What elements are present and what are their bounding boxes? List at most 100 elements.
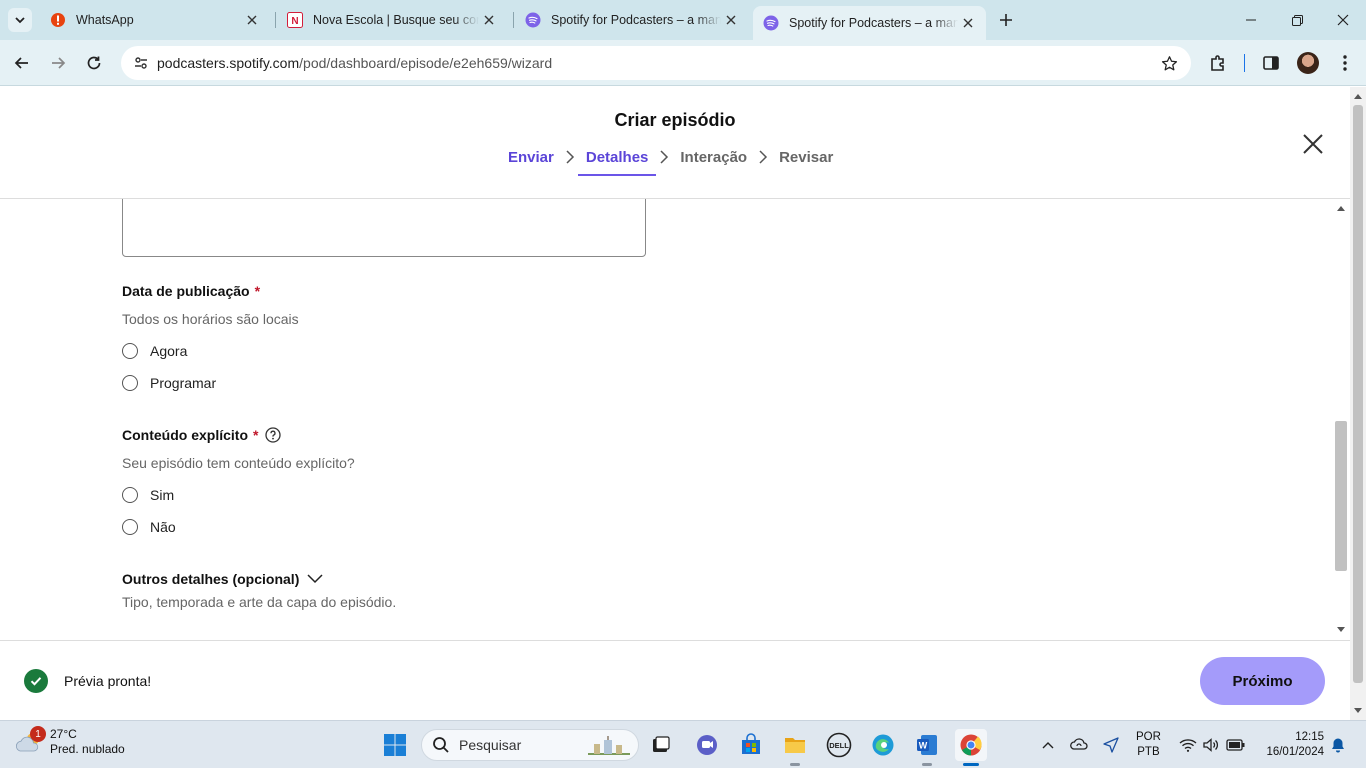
arrow-right-icon — [52, 57, 66, 69]
minimize-button[interactable] — [1228, 0, 1274, 40]
dell-logo-icon: DELL — [826, 732, 852, 758]
next-button[interactable]: Próximo — [1200, 657, 1325, 705]
file-explorer-button[interactable] — [779, 729, 811, 766]
address-bar[interactable]: podcasters.spotify.com/pod/dashboard/epi… — [121, 46, 1191, 80]
reload-button[interactable] — [80, 49, 108, 77]
task-view-button[interactable] — [645, 729, 677, 761]
running-indicator — [790, 763, 800, 766]
scrollbar-thumb[interactable] — [1353, 105, 1363, 683]
close-tab-icon[interactable] — [479, 10, 499, 30]
clock-time: 12:15 — [1295, 731, 1324, 743]
teams-chat-button[interactable] — [691, 729, 723, 761]
close-tab-icon[interactable] — [242, 10, 262, 30]
step-interacao[interactable]: Interação — [680, 149, 747, 176]
close-tab-icon[interactable] — [958, 13, 978, 33]
search-highlight-icon — [588, 736, 630, 755]
form-scrollbar[interactable] — [1334, 199, 1350, 639]
radio-button[interactable] — [122, 375, 138, 391]
sync-cloud-icon[interactable] — [1068, 734, 1090, 756]
radio-programar[interactable]: Programar — [122, 375, 216, 391]
notification-badge: 1 — [30, 726, 46, 742]
required-mark: * — [253, 427, 259, 443]
question-help-icon[interactable] — [265, 427, 282, 443]
forward-button[interactable] — [44, 49, 72, 77]
wifi-icon[interactable] — [1177, 734, 1199, 756]
wizard-header: Criar episódio Enviar Detalhes Interação… — [0, 87, 1350, 199]
publish-date-label-text: Data de publicação — [122, 283, 250, 299]
profile-avatar[interactable] — [1297, 52, 1319, 74]
close-window-button[interactable] — [1320, 0, 1366, 40]
restore-icon — [1291, 14, 1303, 26]
show-hidden-icons-button[interactable] — [1037, 734, 1059, 756]
explicit-content-label-text: Conteúdo explícito — [122, 427, 248, 443]
other-details-help: Tipo, temporada e arte da capa do episód… — [122, 594, 397, 610]
tab-spotify-podcasters-active[interactable]: Spotify for Podcasters – a mane — [753, 6, 986, 40]
step-enviar[interactable]: Enviar — [508, 149, 554, 176]
bookmark-star-icon[interactable] — [1159, 53, 1179, 73]
input-language[interactable]: POR PTB — [1136, 730, 1161, 760]
location-arrow-icon[interactable] — [1100, 734, 1122, 756]
dell-app-button[interactable]: DELL — [823, 729, 855, 761]
chevron-right-icon — [753, 147, 773, 177]
wizard-footer: Prévia pronta! Próximo — [0, 640, 1350, 720]
status-text: Prévia pronta! — [64, 673, 152, 689]
chevron-right-icon — [560, 147, 580, 177]
close-tab-icon[interactable] — [721, 10, 741, 30]
weather-widget[interactable]: 1 27°C Pred. nublado — [14, 726, 125, 757]
scroll-up-arrow-icon[interactable] — [1336, 203, 1346, 213]
word-button[interactable]: W — [911, 729, 943, 766]
publish-date-help: Todos os horários são locais — [122, 311, 299, 327]
chevron-up-icon — [1042, 742, 1054, 749]
edge-button[interactable] — [867, 729, 899, 761]
svg-text:N: N — [291, 16, 298, 27]
close-wizard-button[interactable] — [1300, 131, 1326, 157]
scroll-up-arrow-icon[interactable] — [1353, 91, 1363, 101]
scrollbar-thumb[interactable] — [1335, 421, 1347, 571]
restore-button[interactable] — [1274, 0, 1320, 40]
new-tab-button[interactable] — [996, 10, 1016, 30]
step-detalhes[interactable]: Detalhes — [577, 149, 656, 176]
scroll-down-arrow-icon[interactable] — [1336, 625, 1346, 635]
weather-desc: Pred. nublado — [50, 742, 125, 756]
battery-icon[interactable] — [1225, 734, 1247, 756]
arrow-left-icon — [14, 57, 28, 69]
step-revisar[interactable]: Revisar — [779, 149, 833, 176]
edge-icon — [872, 734, 894, 756]
keyboard-layout: PTB — [1137, 746, 1160, 758]
scroll-down-arrow-icon[interactable] — [1353, 706, 1363, 716]
tab-search-button[interactable] — [8, 8, 32, 32]
radio-agora[interactable]: Agora — [122, 343, 187, 359]
extensions-icon[interactable] — [1207, 52, 1229, 74]
microsoft-store-button[interactable] — [735, 729, 767, 761]
taskbar-search[interactable]: Pesquisar — [421, 729, 639, 761]
description-textarea[interactable] — [122, 199, 646, 257]
chrome-button[interactable] — [955, 729, 987, 766]
start-button[interactable] — [379, 729, 411, 761]
system-clock[interactable]: 12:15 16/01/2024 — [1256, 730, 1324, 760]
tab-whatsapp[interactable]: WhatsApp — [40, 0, 272, 40]
volume-icon[interactable] — [1200, 734, 1222, 756]
plus-icon — [1000, 14, 1012, 26]
back-button[interactable] — [8, 49, 36, 77]
chat-icon — [697, 735, 717, 755]
tab-spotify-podcasters[interactable]: Spotify for Podcasters – a mane — [515, 0, 751, 40]
tab-nova-escola[interactable]: N Nova Escola | Busque seu conte — [277, 0, 509, 40]
notification-bell-icon[interactable] — [1327, 734, 1349, 756]
radio-sim[interactable]: Sim — [122, 487, 174, 503]
other-details-toggle[interactable]: Outros detalhes (opcional) — [122, 571, 323, 587]
radio-button[interactable] — [122, 519, 138, 535]
close-icon — [1303, 134, 1323, 154]
svg-text:W: W — [919, 741, 928, 751]
radio-button[interactable] — [122, 343, 138, 359]
side-panel-icon[interactable] — [1260, 52, 1282, 74]
menu-kebab-icon[interactable] — [1334, 52, 1356, 74]
radio-nao[interactable]: Não — [122, 519, 176, 535]
publish-date-label: Data de publicação * — [122, 283, 260, 299]
site-info-icon[interactable] — [131, 53, 151, 73]
page-scrollbar[interactable] — [1350, 87, 1366, 720]
required-mark: * — [254, 283, 261, 299]
radio-label: Não — [150, 519, 176, 535]
tab-separator — [275, 12, 276, 28]
radio-button[interactable] — [122, 487, 138, 503]
whatsapp-alert-icon — [50, 12, 66, 28]
